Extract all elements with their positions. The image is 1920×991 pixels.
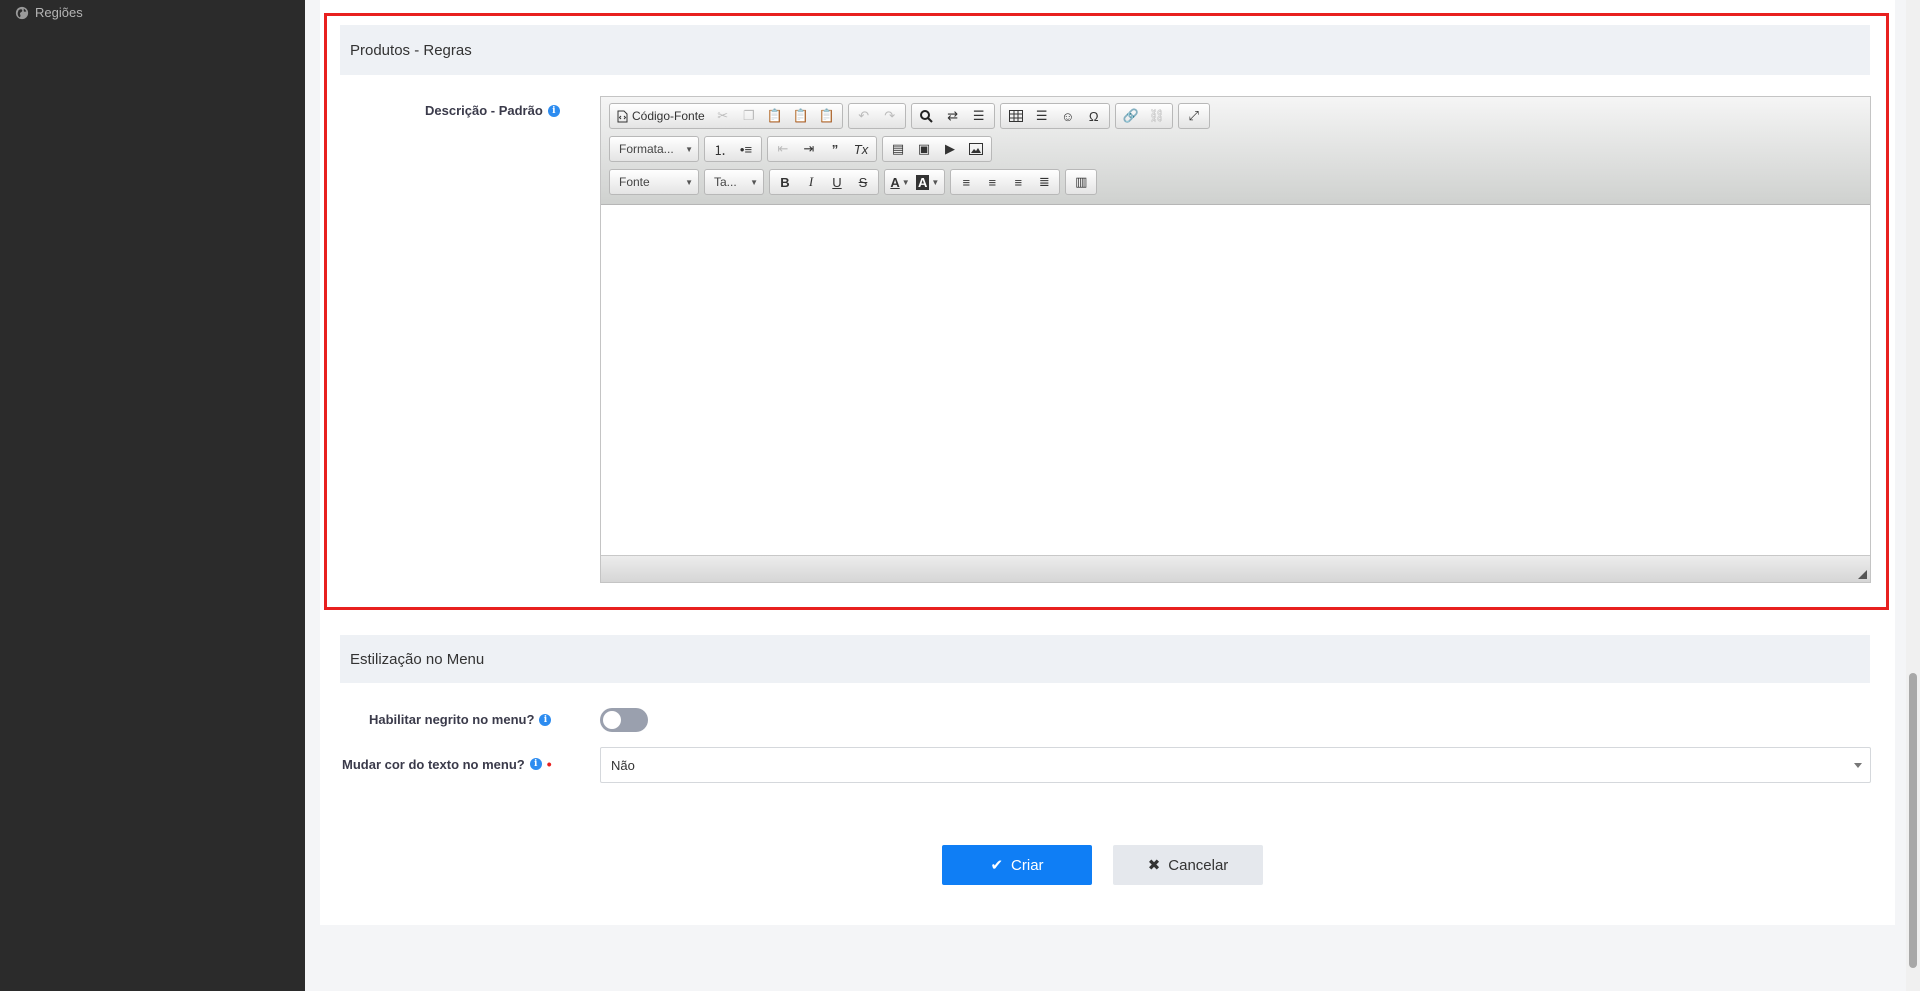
info-icon[interactable]: i	[547, 104, 560, 117]
section-header-rules: Produtos - Regras	[340, 25, 1870, 75]
special-char-icon[interactable]: Ω	[1081, 104, 1107, 128]
sidebar: Regiões	[0, 0, 305, 991]
bold-button[interactable]: B	[772, 170, 798, 194]
format-dropdown-label: Formata...	[619, 142, 674, 156]
maximize-icon[interactable]: ⤢	[1181, 104, 1207, 128]
font-dropdown-label: Fonte	[619, 175, 650, 189]
chevron-down-icon: ▼	[901, 177, 910, 187]
unlink-icon[interactable]: ⛓	[1144, 104, 1170, 128]
section-header-menu-style: Estilização no Menu	[340, 635, 1870, 683]
editor-content-area[interactable]	[601, 205, 1870, 557]
remove-format-icon[interactable]: Tx	[848, 137, 874, 161]
font-dropdown[interactable]: Fonte ▼	[609, 169, 699, 195]
outdent-icon[interactable]: ⇤	[770, 137, 796, 161]
align-justify-icon[interactable]: ≣	[1031, 170, 1057, 194]
create-button[interactable]: ✔ Criar	[942, 845, 1092, 885]
page-scrollbar[interactable]	[1906, 0, 1920, 991]
select-all-icon[interactable]: ☰	[966, 104, 992, 128]
chevron-down-icon: ▼	[685, 177, 693, 187]
sidebar-item-regioes[interactable]: Regiões	[15, 5, 83, 20]
text-color-button[interactable]: A ▼	[887, 170, 913, 194]
menu-color-label: Mudar cor do texto no menu? i •	[342, 756, 552, 772]
bg-color-button[interactable]: A ▼	[913, 170, 942, 194]
paste-word-icon[interactable]: 📋	[814, 104, 840, 128]
chevron-down-icon	[1854, 763, 1862, 768]
required-marker: •	[546, 756, 552, 772]
editor-toolbar: Código-Fonte ✂ ❐ 📋 📋 📋 ↶ ↷ ⇄ ☰ ☰ ☺ Ω 🔗 ⛓…	[601, 97, 1870, 205]
section-title: Produtos - Regras	[350, 41, 472, 59]
align-right-icon[interactable]: ≡	[1005, 170, 1031, 194]
iframe-icon[interactable]: ▣	[911, 137, 937, 161]
description-label: Descrição - Padrão i	[425, 103, 560, 118]
paste-text-icon[interactable]: 📋	[788, 104, 814, 128]
bold-menu-toggle[interactable]	[600, 708, 648, 732]
format-dropdown[interactable]: Formata... ▼	[609, 136, 699, 162]
replace-icon[interactable]: ⇄	[940, 104, 966, 128]
table-icon[interactable]	[1003, 104, 1029, 128]
search-icon[interactable]	[914, 104, 940, 128]
create-button-label: Criar	[1011, 856, 1044, 874]
cut-icon[interactable]: ✂	[710, 104, 736, 128]
link-icon[interactable]: 🔗	[1118, 104, 1144, 128]
indent-icon[interactable]: ⇥	[796, 137, 822, 161]
youtube-icon[interactable]: ▶	[937, 137, 963, 161]
chevron-down-icon: ▼	[685, 144, 693, 154]
menu-color-select-value: Não	[611, 757, 635, 773]
bg-color-icon: A	[916, 174, 930, 190]
video-icon[interactable]: ▤	[885, 137, 911, 161]
toggle-knob	[603, 711, 621, 729]
menu-color-label-text: Mudar cor do texto no menu?	[342, 756, 525, 772]
underline-button[interactable]: U	[824, 170, 850, 194]
horizontal-rule-icon[interactable]: ☰	[1029, 104, 1055, 128]
info-icon[interactable]: i	[529, 758, 542, 770]
info-icon[interactable]: i	[539, 713, 552, 726]
paste-icon[interactable]: 📋	[762, 104, 788, 128]
editor-status-bar	[601, 555, 1870, 582]
cancel-button[interactable]: ✖ Cancelar	[1113, 845, 1263, 885]
size-dropdown-label: Ta...	[714, 175, 737, 189]
smiley-icon[interactable]: ☺	[1055, 104, 1081, 128]
chevron-down-icon: ▼	[750, 177, 758, 187]
sidebar-item-label: Regiões	[35, 5, 83, 20]
cancel-button-label: Cancelar	[1168, 856, 1229, 874]
section-title: Estilização no Menu	[350, 650, 485, 668]
image-icon[interactable]	[963, 137, 989, 161]
bold-menu-label-text: Habilitar negrito no menu?	[369, 712, 535, 727]
description-label-text: Descrição - Padrão	[425, 103, 543, 118]
bold-menu-label: Habilitar negrito no menu? i	[369, 712, 552, 727]
show-blocks-icon[interactable]: ▥	[1068, 170, 1094, 194]
menu-color-select[interactable]: Não	[600, 747, 1871, 783]
scrollbar-thumb[interactable]	[1909, 673, 1917, 968]
align-left-icon[interactable]: ≡	[953, 170, 979, 194]
close-icon: ✖	[1147, 857, 1161, 874]
chevron-down-icon: ▼	[931, 177, 940, 187]
file-code-icon	[617, 110, 628, 122]
text-color-icon: A	[890, 174, 900, 190]
check-icon: ✔	[990, 857, 1004, 874]
undo-icon[interactable]: ↶	[851, 104, 877, 128]
size-dropdown[interactable]: Ta... ▼	[704, 169, 764, 195]
source-code-button[interactable]: Código-Fonte	[612, 104, 710, 128]
redo-icon[interactable]: ↷	[877, 104, 903, 128]
rich-text-editor: Código-Fonte ✂ ❐ 📋 📋 📋 ↶ ↷ ⇄ ☰ ☰ ☺ Ω 🔗 ⛓…	[600, 96, 1871, 583]
copy-icon[interactable]: ❐	[736, 104, 762, 128]
align-center-icon[interactable]: ≡	[979, 170, 1005, 194]
source-code-label: Código-Fonte	[632, 109, 705, 123]
italic-button[interactable]: I	[798, 170, 824, 194]
globe-icon	[15, 6, 29, 19]
numbered-list-icon[interactable]: ⒈	[707, 137, 733, 161]
resize-grip-icon[interactable]	[1858, 570, 1867, 579]
strikethrough-button[interactable]: S	[850, 170, 876, 194]
bulleted-list-icon[interactable]: •≡	[733, 137, 759, 161]
blockquote-icon[interactable]: ”	[822, 137, 848, 161]
